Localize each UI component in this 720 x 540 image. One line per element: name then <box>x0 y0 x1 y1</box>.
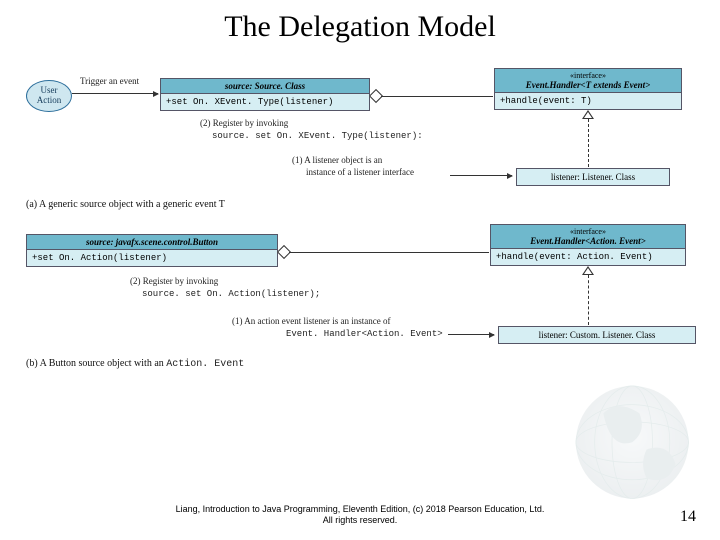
instance-label-top-1: (1) A listener object is an <box>292 155 382 165</box>
source-box-bottom-head: source: javafx.scene.control.Button <box>27 235 277 250</box>
interface-box-bottom-name: Event.Handler<Action. Event> <box>495 236 681 246</box>
slide: The Delegation Model User Action Trigger… <box>0 0 720 540</box>
interface-box-bottom-stereo: «interface» <box>495 227 681 236</box>
caption-b-code: Action. Event <box>166 359 244 370</box>
instance-arrow-bottom <box>448 334 494 335</box>
listener-box-top-label: listener: Listener. Class <box>551 172 635 182</box>
source-box-bottom-body: +set On. Action(listener) <box>27 250 277 266</box>
source-box-bottom: source: javafx.scene.control.Button +set… <box>26 234 278 267</box>
user-action-label: User Action <box>37 86 62 106</box>
globe-decoration <box>550 370 700 500</box>
user-action-node: User Action <box>26 80 72 112</box>
footer-line1: Liang, Introduction to Java Programming,… <box>176 504 545 514</box>
caption-a: (a) A generic source object with a gener… <box>26 199 225 210</box>
page-number: 14 <box>680 508 696 526</box>
listener-box-bottom-label: listener: Custom. Listener. Class <box>539 330 656 340</box>
realization-arrowhead-bottom <box>582 266 594 275</box>
register-label-top: (2) Register by invoking <box>200 118 288 128</box>
interface-box-bottom: «interface» Event.Handler<Action. Event>… <box>490 224 686 266</box>
interface-box-top: «interface» Event.Handler<T extends Even… <box>494 68 682 110</box>
interface-box-bottom-body: +handle(event: Action. Event) <box>491 249 685 265</box>
interface-box-top-head: «interface» Event.Handler<T extends Even… <box>495 69 681 93</box>
interface-box-bottom-head: «interface» Event.Handler<Action. Event> <box>491 225 685 249</box>
listener-box-bottom: listener: Custom. Listener. Class <box>498 326 696 344</box>
register-code-top: source. set On. XEvent. Type(listener): <box>212 131 423 141</box>
realization-arrowhead-top <box>582 110 594 119</box>
realization-line-top <box>588 119 589 167</box>
caption-b: (b) A Button source object with an Actio… <box>26 358 244 370</box>
instance-label-top-2: instance of a listener interface <box>306 167 414 177</box>
footer-line2: All rights reserved. <box>323 515 398 525</box>
instance-arrow-top <box>450 175 512 176</box>
assoc-line-top <box>381 96 493 97</box>
instance-code-bottom: Event. Handler<Action. Event> <box>286 329 443 339</box>
source-box-top-head: source: Source. Class <box>161 79 369 94</box>
source-box-top-title: source: Source. Class <box>165 81 365 91</box>
trigger-arrow <box>72 93 158 94</box>
register-label-bottom: (2) Register by invoking <box>130 276 218 286</box>
realization-line-bottom <box>588 275 589 325</box>
interface-box-top-name: Event.Handler<T extends Event> <box>499 80 677 90</box>
register-code-bottom: source. set On. Action(listener); <box>142 289 320 299</box>
source-box-top-body: +set On. XEvent. Type(listener) <box>161 94 369 110</box>
caption-b-prefix: (b) A Button source object with an <box>26 358 166 369</box>
slide-title: The Delegation Model <box>0 10 720 44</box>
instance-label-bottom: (1) An action event listener is an insta… <box>232 316 390 326</box>
assoc-line-bottom <box>289 252 489 253</box>
interface-box-top-body: +handle(event: T) <box>495 93 681 109</box>
source-box-bottom-title: source: javafx.scene.control.Button <box>31 237 273 247</box>
footer: Liang, Introduction to Java Programming,… <box>0 504 720 526</box>
interface-box-top-stereo: «interface» <box>499 71 677 80</box>
trigger-label: Trigger an event <box>80 76 139 86</box>
listener-box-top: listener: Listener. Class <box>516 168 670 186</box>
source-box-top: source: Source. Class +set On. XEvent. T… <box>160 78 370 111</box>
